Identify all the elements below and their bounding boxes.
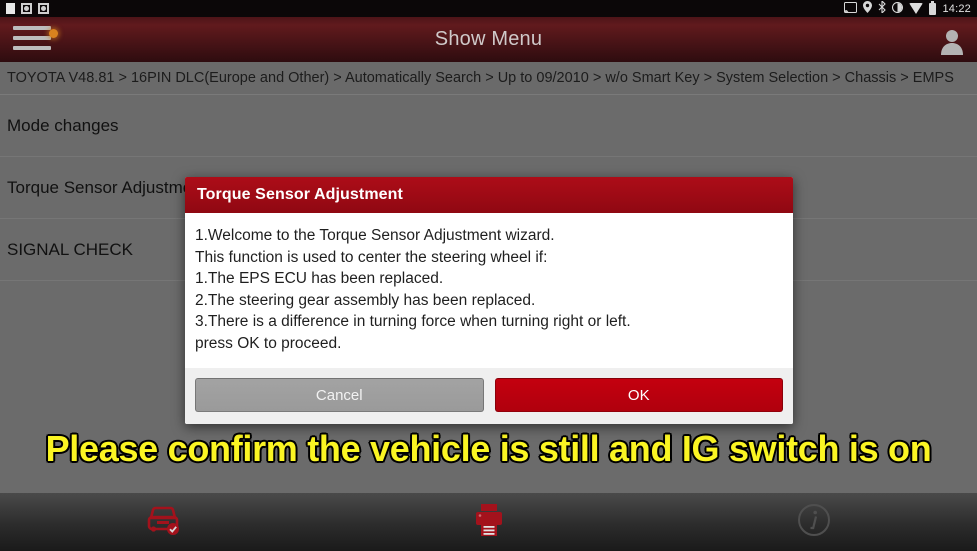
screenshot-icon — [21, 3, 32, 14]
print-button[interactable] — [326, 493, 652, 551]
dialog-message-line: 1.The EPS ECU has been replaced. — [195, 270, 444, 287]
bluetooth-icon — [878, 0, 887, 16]
android-status-bar: 14:22 — [0, 0, 977, 17]
status-bar-right-icons: 14:22 — [844, 0, 971, 16]
warning-message: Please confirm the vehicle is still and … — [45, 428, 932, 469]
user-profile-icon[interactable] — [939, 27, 965, 55]
dialog-actions: Cancel OK — [185, 368, 793, 424]
cancel-button[interactable]: Cancel — [195, 378, 484, 412]
printer-icon — [473, 503, 505, 542]
dialog-message-line: 3.There is a difference in turning force… — [195, 313, 631, 330]
status-bar-left-icons — [6, 3, 49, 14]
list-item[interactable]: Mode changes — [0, 95, 977, 157]
dialog-message: 1.Welcome to the Torque Sensor Adjustmen… — [185, 213, 793, 368]
status-bar-clock: 14:22 — [942, 2, 971, 15]
ok-button[interactable]: OK — [494, 378, 783, 412]
vibrate-icon — [892, 1, 904, 16]
screenshot-icon — [38, 3, 49, 14]
dialog-title: Torque Sensor Adjustment — [185, 177, 793, 213]
vehicle-check-icon — [143, 504, 183, 541]
location-pin-icon — [863, 1, 873, 16]
dialog-message-line: This function is used to center the stee… — [195, 248, 548, 266]
vehicle-check-button[interactable] — [0, 493, 326, 551]
cast-icon — [844, 1, 858, 16]
dialog-message-line: press OK to proceed. — [195, 334, 342, 352]
breadcrumb: TOYOTA V48.81 > 16PIN DLC(Europe and Oth… — [0, 62, 977, 95]
dialog-message-line: 2.The steering gear assembly has been re… — [195, 291, 536, 309]
app-title-bar: Show Menu — [0, 17, 977, 62]
info-icon — [797, 503, 831, 542]
wifi-icon — [909, 3, 924, 14]
notification-square-icon — [6, 3, 15, 14]
app-root: 14:22 Show Menu TOYOTA V48.81 > 16PIN DL… — [0, 0, 977, 551]
dialog-message-line: 1.Welcome to the Torque Sensor Adjustmen… — [195, 227, 555, 244]
torque-sensor-dialog: Torque Sensor Adjustment 1.Welcome to th… — [185, 177, 793, 424]
bottom-toolbar — [0, 493, 977, 551]
hamburger-menu-icon[interactable] — [13, 26, 53, 54]
page-title: Show Menu — [434, 28, 543, 50]
battery-icon — [929, 0, 937, 15]
new-notification-dot — [49, 29, 58, 38]
info-button[interactable] — [651, 493, 977, 551]
